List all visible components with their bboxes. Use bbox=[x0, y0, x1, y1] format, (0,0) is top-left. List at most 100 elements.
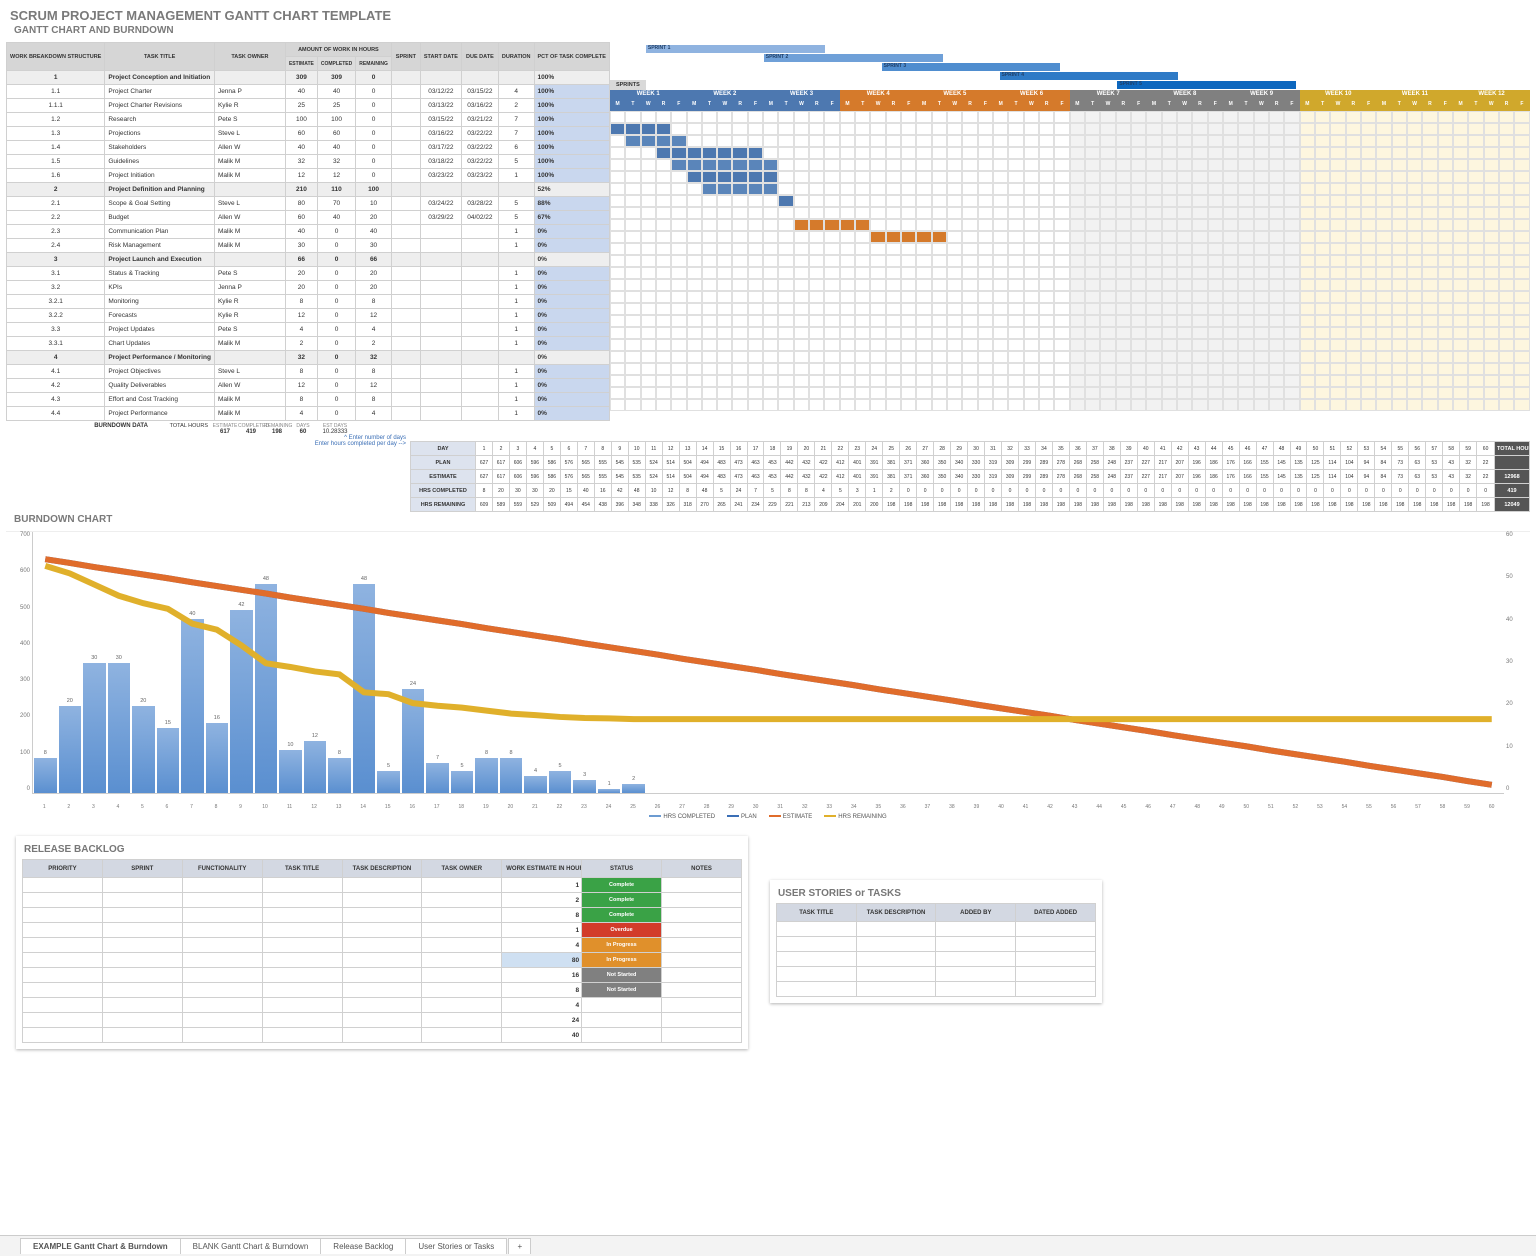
task-row[interactable]: 2.3Communication PlanMalik M 40040 10% bbox=[7, 225, 610, 239]
day-header-cell: M bbox=[1300, 101, 1315, 111]
backlog-row[interactable]: 8 Not Started bbox=[23, 983, 742, 998]
backlog-row[interactable]: 40 bbox=[23, 1028, 742, 1043]
backlog-row[interactable]: 1 Complete bbox=[23, 878, 742, 893]
gantt-row bbox=[610, 159, 1530, 171]
week-header-cell: WEEK 1 bbox=[610, 90, 687, 101]
task-row[interactable]: 4.4Project PerformanceMalik M 404 10% bbox=[7, 407, 610, 421]
story-row[interactable] bbox=[776, 922, 1095, 937]
sprint-bar: SPRINT 4 bbox=[1000, 72, 1179, 80]
week-header-cell: WEEK 12 bbox=[1453, 90, 1530, 101]
day-header-cell: F bbox=[824, 101, 839, 111]
gantt-row bbox=[610, 303, 1530, 315]
col-pct: PCT OF TASK COMPLETE bbox=[534, 43, 609, 71]
day-header-cell: M bbox=[840, 101, 855, 111]
task-row[interactable]: 2.2BudgetAllen W 604020 03/29/2204/02/22… bbox=[7, 211, 610, 225]
sprint-bar: SPRINT 5 bbox=[1117, 81, 1296, 89]
day-header-cell: F bbox=[1208, 101, 1223, 111]
task-row[interactable]: 1.4StakeholdersAllen W 40400 03/17/2203/… bbox=[7, 141, 610, 155]
backlog-row[interactable]: 80 In Progress bbox=[23, 953, 742, 968]
backlog-row[interactable]: 24 bbox=[23, 1013, 742, 1028]
day-header-cell: F bbox=[1438, 101, 1453, 111]
day-header-cell: W bbox=[1024, 101, 1039, 111]
day-header-cell: T bbox=[1238, 101, 1253, 111]
task-row[interactable]: 3.3.1Chart UpdatesMalik M 202 10% bbox=[7, 337, 610, 351]
backlog-row[interactable]: 1 Overdue bbox=[23, 923, 742, 938]
sheet-tab[interactable]: EXAMPLE Gantt Chart & Burndown bbox=[20, 1238, 181, 1254]
task-row[interactable]: 4Project Performance / Monitoring 32032 … bbox=[7, 351, 610, 365]
gantt-row bbox=[610, 399, 1530, 411]
backlog-row[interactable]: 16 Not Started bbox=[23, 968, 742, 983]
task-row[interactable]: 1.2ResearchPete S 1001000 03/15/2203/21/… bbox=[7, 113, 610, 127]
gantt-row bbox=[610, 351, 1530, 363]
col-amount: AMOUNT OF WORK IN HOURS bbox=[285, 43, 391, 57]
task-row[interactable]: 2.4Risk ManagementMalik M 30030 10% bbox=[7, 239, 610, 253]
gantt-row bbox=[610, 243, 1530, 255]
add-sheet-button[interactable]: + bbox=[508, 1238, 531, 1254]
day-header-cell: M bbox=[687, 101, 702, 111]
day-header-cell: W bbox=[870, 101, 885, 111]
gantt-row bbox=[610, 147, 1530, 159]
task-row[interactable]: 4.2Quality DeliverablesAllen W 12012 10% bbox=[7, 379, 610, 393]
task-row[interactable]: 1.1.1Project Charter RevisionsKylie R 25… bbox=[7, 99, 610, 113]
story-row[interactable] bbox=[776, 967, 1095, 982]
day-header-cell: T bbox=[1392, 101, 1407, 111]
gantt-row bbox=[610, 195, 1530, 207]
backlog-row[interactable]: 4 bbox=[23, 998, 742, 1013]
col-wbs: WORK BREAKDOWN STRUCTURE bbox=[7, 43, 105, 71]
sheet-tab[interactable]: BLANK Gantt Chart & Burndown bbox=[180, 1238, 322, 1254]
task-row[interactable]: 4.1Project ObjectivesSteve L 808 10% bbox=[7, 365, 610, 379]
week-header-cell: WEEK 2 bbox=[687, 90, 764, 101]
task-row[interactable]: 2Project Definition and Planning 2101101… bbox=[7, 183, 610, 197]
backlog-row[interactable]: 4 In Progress bbox=[23, 938, 742, 953]
day-header-cell: M bbox=[1070, 101, 1085, 111]
sheet-tab[interactable]: User Stories or Tasks bbox=[405, 1238, 507, 1254]
task-row[interactable]: 3.2KPIsJenna P 20020 10% bbox=[7, 281, 610, 295]
burndown-chart: 7006005004003002001000 6050403020100 820… bbox=[6, 531, 1530, 820]
col-start: START DATE bbox=[420, 43, 461, 71]
story-row[interactable] bbox=[776, 982, 1095, 997]
task-row[interactable]: 2.1Scope & Goal SettingSteve L 807010 03… bbox=[7, 197, 610, 211]
totals-row: BURNDOWN DATA TOTAL HOURS ESTIMATE617 CO… bbox=[6, 423, 1530, 435]
gantt-row bbox=[610, 171, 1530, 183]
day-header-cell: R bbox=[656, 101, 671, 111]
col-due: DUE DATE bbox=[461, 43, 498, 71]
day-header-cell: R bbox=[1346, 101, 1361, 111]
day-header-cell: M bbox=[993, 101, 1008, 111]
story-row[interactable] bbox=[776, 952, 1095, 967]
day-header-cell: R bbox=[886, 101, 901, 111]
day-header-cell: T bbox=[855, 101, 870, 111]
task-row[interactable]: 1Project Conception and Initiation 30930… bbox=[7, 71, 610, 85]
backlog-row[interactable]: 2 Complete bbox=[23, 893, 742, 908]
task-row[interactable]: 1.3ProjectionsSteve L 60600 03/16/2203/2… bbox=[7, 127, 610, 141]
day-header-cell: T bbox=[778, 101, 793, 111]
day-header-cell: T bbox=[1315, 101, 1330, 111]
col-owner: TASK OWNER bbox=[214, 43, 285, 71]
day-header-cell: W bbox=[1100, 101, 1115, 111]
task-row[interactable]: 4.3Effort and Cost TrackingMalik M 808 1… bbox=[7, 393, 610, 407]
release-backlog-panel: RELEASE BACKLOG PRIORITYSPRINTFUNCTIONAL… bbox=[16, 836, 748, 1049]
task-row[interactable]: 1.1Project CharterJenna P 40400 03/12/22… bbox=[7, 85, 610, 99]
day-header-cell: T bbox=[702, 101, 717, 111]
sheet-tab[interactable]: Release Backlog bbox=[320, 1238, 406, 1254]
day-header-cell: F bbox=[1284, 101, 1299, 111]
day-header-cell: R bbox=[809, 101, 824, 111]
task-row[interactable]: 3.2.2ForecastsKylie R 12012 10% bbox=[7, 309, 610, 323]
backlog-row[interactable]: 8 Complete bbox=[23, 908, 742, 923]
user-stories-panel: USER STORIES or TASKS TASK TITLETASK DES… bbox=[770, 880, 1102, 1003]
day-header-cell: R bbox=[1039, 101, 1054, 111]
col-dur: DURATION bbox=[498, 43, 534, 71]
task-row[interactable]: 3.3Project UpdatesPete S 404 10% bbox=[7, 323, 610, 337]
gantt-timeline: SPRINTS SPRINT 1SPRINT 2SPRINT 3SPRINT 4… bbox=[610, 42, 1530, 421]
task-row[interactable]: 1.6Project InitiationMalik M 12120 03/23… bbox=[7, 169, 610, 183]
gantt-row bbox=[610, 387, 1530, 399]
gantt-row bbox=[610, 183, 1530, 195]
day-header-cell: T bbox=[1162, 101, 1177, 111]
task-row[interactable]: 1.5GuidelinesMalik M 32320 03/18/2203/22… bbox=[7, 155, 610, 169]
task-row[interactable]: 3Project Launch and Execution 66066 0% bbox=[7, 253, 610, 267]
sprint-bar: SPRINT 1 bbox=[646, 45, 825, 53]
day-header-cell: F bbox=[748, 101, 763, 111]
day-header-cell: W bbox=[717, 101, 732, 111]
story-row[interactable] bbox=[776, 937, 1095, 952]
task-row[interactable]: 3.1Status & TrackingPete S 20020 10% bbox=[7, 267, 610, 281]
task-row[interactable]: 3.2.1MonitoringKylie R 808 10% bbox=[7, 295, 610, 309]
